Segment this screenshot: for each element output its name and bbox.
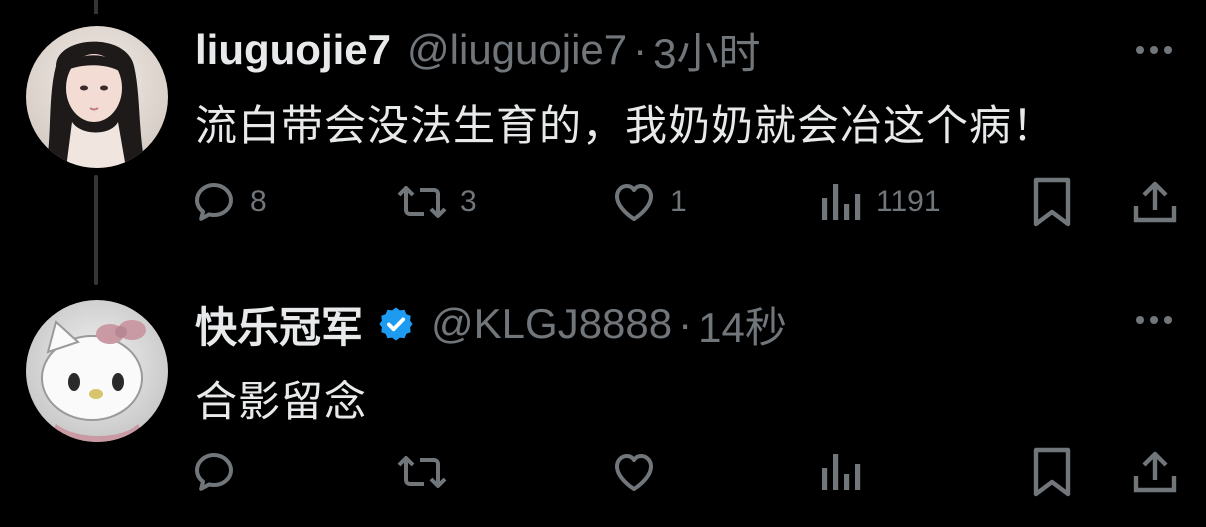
reply-bubble-icon (195, 183, 233, 221)
reply-button[interactable] (190, 442, 250, 502)
bookmark-button[interactable] (1030, 172, 1074, 232)
tweet-header: 快乐冠军 @KLGJ8888 · 14秒 (195, 296, 787, 352)
bookmark-icon (1033, 177, 1071, 227)
retweet-count: 3 (460, 185, 477, 218)
retweet-icon (397, 456, 447, 488)
like-count: 1 (670, 185, 687, 218)
avatar[interactable] (26, 26, 168, 168)
avatar[interactable] (26, 300, 168, 442)
analytics-bars-icon (822, 454, 861, 490)
retweet-button[interactable] (396, 442, 460, 502)
share-upload-icon (1133, 451, 1177, 493)
verified-badge-icon (377, 305, 415, 343)
display-name[interactable]: liuguojie7 (195, 26, 391, 74)
tweet-header: liuguojie7 @liuguojie7 · 3小时 (195, 22, 761, 78)
views-count: 1191 (876, 185, 941, 218)
retweet-icon (397, 186, 447, 218)
tweet-text: 合影留念 (195, 378, 368, 425)
share-button[interactable] (1132, 172, 1178, 232)
analytics-bars-icon (822, 184, 861, 220)
reply-bubble-icon (195, 453, 233, 491)
display-name[interactable]: 快乐冠军 (195, 294, 363, 355)
action-bar (190, 442, 1180, 502)
views-button[interactable] (820, 442, 876, 502)
bookmark-button[interactable] (1030, 442, 1074, 502)
user-handle[interactable]: @liuguojie7 (407, 26, 627, 74)
tweet[interactable]: 快乐冠军 @KLGJ8888 · 14秒 合影留念 (0, 270, 1206, 527)
bookmark-icon (1033, 447, 1071, 497)
like-button[interactable] (610, 442, 670, 502)
separator-dot: · (678, 300, 693, 347)
timestamp[interactable]: 14秒 (698, 294, 787, 355)
timestamp[interactable]: 3小时 (653, 20, 760, 81)
more-dots-icon[interactable] (1132, 298, 1176, 342)
user-handle[interactable]: @KLGJ8888 (431, 300, 672, 348)
separator-dot: · (633, 26, 648, 73)
heart-icon (615, 454, 653, 491)
tweet-text: 流白带会没法生育的，我奶奶就会冶这个病！ (195, 102, 1056, 149)
views-button[interactable]: 1191 (820, 172, 941, 232)
more-dots-icon[interactable] (1132, 28, 1176, 72)
tweet[interactable]: liuguojie7 @liuguojie7 · 3小时 流白带会没法生育的，我… (0, 0, 1206, 270)
share-button[interactable] (1132, 442, 1178, 502)
share-upload-icon (1133, 181, 1177, 223)
reply-button[interactable]: 8 (190, 172, 267, 232)
heart-icon (615, 184, 653, 221)
reply-count: 8 (250, 185, 267, 218)
action-bar: 8 3 1 1191 (190, 172, 1180, 232)
like-button[interactable]: 1 (610, 172, 687, 232)
retweet-button[interactable]: 3 (396, 172, 477, 232)
